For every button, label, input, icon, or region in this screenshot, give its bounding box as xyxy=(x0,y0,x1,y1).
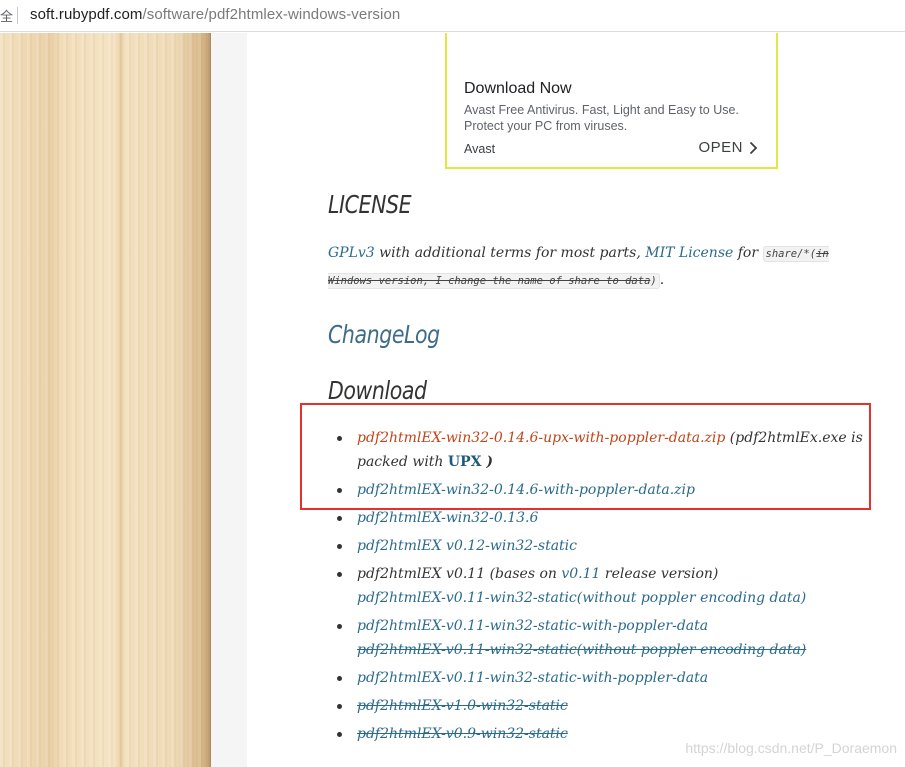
ad-title[interactable]: Download Now xyxy=(464,80,572,98)
url-path: /software/pdf2htmlex-windows-version xyxy=(142,6,401,23)
license-for-text: for xyxy=(733,245,763,261)
download-item: pdf2htmlEX-v1.0-win32-static xyxy=(328,694,868,718)
address-bar[interactable]: 全 soft.rubypdf.com/software/pdf2htmlex-w… xyxy=(0,0,905,32)
changelog-link[interactable]: ChangeLog xyxy=(328,320,440,349)
license-heading: LICENSE xyxy=(328,190,412,219)
ad-open-label: OPEN xyxy=(698,139,743,156)
download-link-v09-struck[interactable]: pdf2htmlEX-v0.9-win32-static xyxy=(357,726,568,742)
upx-note-close: ) xyxy=(481,454,493,470)
v011-text: pdf2htmlEX v0.11 (bases on xyxy=(357,566,562,582)
download-item: pdf2htmlEX v0.12-win32-static xyxy=(328,534,868,558)
license-text: with additional terms for most parts, xyxy=(374,245,646,261)
gplv3-link[interactable]: GPLv3 xyxy=(328,245,375,261)
code-close: ) xyxy=(650,275,657,287)
download-item: pdf2htmlEX-win32-0.13.6 xyxy=(328,506,868,530)
watermark: https://blog.csdn.net/P_Doraemon xyxy=(685,740,897,756)
ad-brand: Avast xyxy=(464,142,496,156)
download-heading: Download xyxy=(328,376,427,405)
ad-open-button[interactable]: OPEN xyxy=(698,139,758,156)
download-item: pdf2htmlEX-win32-0.14.6-upx-with-poppler… xyxy=(328,426,868,474)
upx-link[interactable]: UPX xyxy=(448,454,482,470)
download-item: pdf2htmlEX v0.11 (bases on v0.11 release… xyxy=(328,562,868,610)
ad-banner[interactable]: Download Now Avast Free Antivirus. Fast,… xyxy=(445,33,778,169)
code-path: share/*( xyxy=(765,248,817,260)
download-link-v10-struck[interactable]: pdf2htmlEX-v1.0-win32-static xyxy=(357,698,568,714)
download-link-v011-static[interactable]: pdf2htmlEX-v0.11-win32-static(without po… xyxy=(357,590,806,606)
download-item: pdf2htmlEX-win32-0.14.6-with-poppler-dat… xyxy=(328,478,868,502)
download-item: pdf2htmlEX-v0.11-win32-static-with-poppl… xyxy=(328,666,868,690)
download-item: pdf2htmlEX-v0.11-win32-static-with-poppl… xyxy=(328,614,868,662)
download-link-v011-poppler-2[interactable]: pdf2htmlEX-v0.11-win32-static-with-poppl… xyxy=(357,670,708,686)
download-link-upx[interactable]: pdf2htmlEX-win32-0.14.6-upx-with-poppler… xyxy=(357,430,725,446)
url-text[interactable]: soft.rubypdf.com/software/pdf2htmlex-win… xyxy=(30,6,400,23)
v011-text-post: release version) xyxy=(600,566,719,582)
license-paragraph: GPLv3 with additional terms for most par… xyxy=(328,240,873,294)
chevron-right-icon xyxy=(749,141,758,154)
download-link-v011-poppler[interactable]: pdf2htmlEX-v0.11-win32-static-with-poppl… xyxy=(357,618,708,634)
license-period: . xyxy=(659,272,665,288)
v011-release-link[interactable]: v0.11 xyxy=(561,566,600,582)
wood-background xyxy=(0,33,211,767)
url-host: soft.rubypdf.com xyxy=(30,6,143,23)
download-list: pdf2htmlEX-win32-0.14.6-upx-with-poppler… xyxy=(328,426,868,750)
address-bar-divider xyxy=(17,7,18,24)
mit-license-link[interactable]: MIT License xyxy=(645,245,733,261)
download-link-0146[interactable]: pdf2htmlEX-win32-0.14.6-with-poppler-dat… xyxy=(357,482,695,498)
download-link-0136[interactable]: pdf2htmlEX-win32-0.13.6 xyxy=(357,510,538,526)
download-link-v011-static-struck[interactable]: pdf2htmlEX-v0.11-win32-static(without po… xyxy=(357,642,806,658)
page-gutter xyxy=(211,33,247,767)
ad-description: Avast Free Antivirus. Fast, Light and Ea… xyxy=(464,103,739,133)
download-link-v012[interactable]: pdf2htmlEX v0.12-win32-static xyxy=(357,538,577,554)
site-info-label[interactable]: 全 xyxy=(0,6,13,25)
